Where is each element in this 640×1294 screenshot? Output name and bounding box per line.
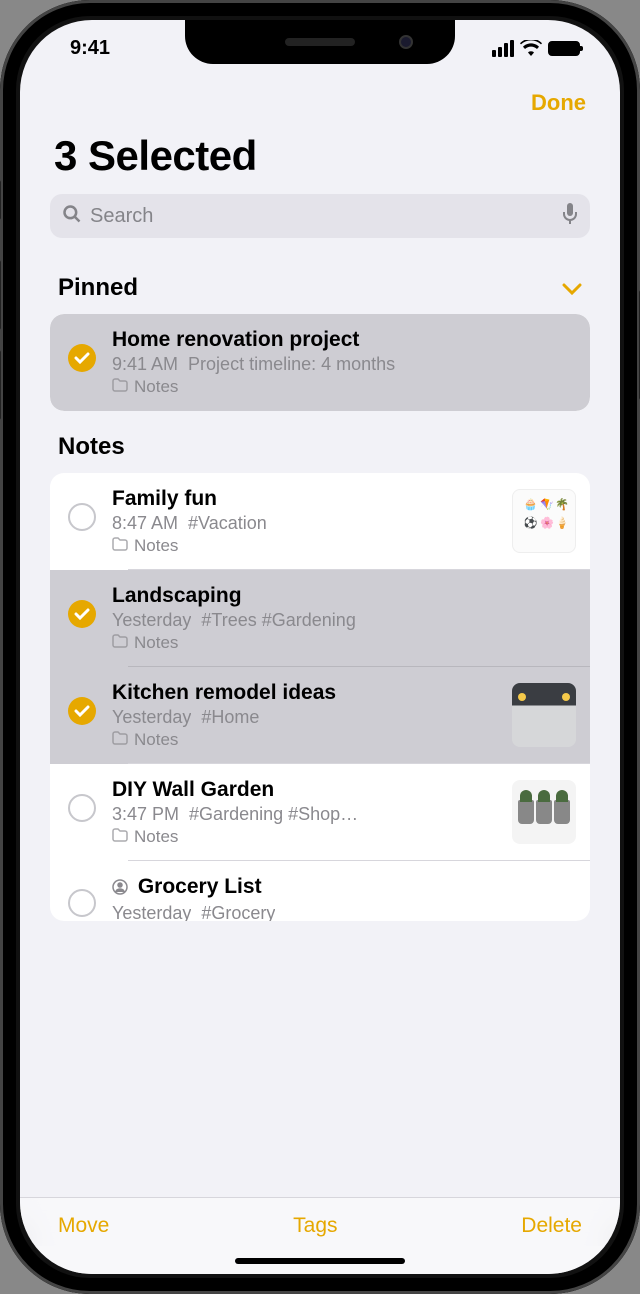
selection-checkbox[interactable] xyxy=(68,344,96,372)
note-time: 9:41 AM xyxy=(112,354,178,375)
note-time: 8:47 AM xyxy=(112,513,178,534)
folder-icon xyxy=(112,377,128,397)
home-indicator[interactable] xyxy=(20,1246,620,1274)
done-button[interactable]: Done xyxy=(531,90,586,116)
note-time: 3:47 PM xyxy=(112,804,179,825)
battery-icon xyxy=(548,41,580,56)
toolbar: Move Tags Delete xyxy=(20,1197,620,1246)
notes-section: Family fun 8:47 AM #Vacation Notes 🧁🪁🌴 xyxy=(50,473,590,921)
status-time: 9:41 xyxy=(60,37,110,60)
svg-text:🍦: 🍦 xyxy=(555,516,569,530)
page-title: 3 Selected xyxy=(20,120,620,194)
search-input[interactable] xyxy=(90,205,554,228)
note-folder: Notes xyxy=(134,536,178,556)
note-preview: #Trees #Gardening xyxy=(201,610,355,631)
selection-checkbox[interactable] xyxy=(68,889,96,917)
svg-text:⚽: ⚽ xyxy=(522,516,537,530)
notch xyxy=(185,20,455,64)
search-icon xyxy=(62,204,82,229)
tags-button[interactable]: Tags xyxy=(293,1214,337,1238)
folder-icon xyxy=(112,536,128,556)
folder-icon xyxy=(112,633,128,653)
selection-checkbox[interactable] xyxy=(68,503,96,531)
note-folder: Notes xyxy=(134,377,178,397)
chevron-down-icon[interactable] xyxy=(562,274,582,302)
cellular-icon xyxy=(492,40,514,57)
selection-checkbox[interactable] xyxy=(68,697,96,725)
note-time: Yesterday xyxy=(112,707,191,728)
nav-bar: Done xyxy=(20,76,620,120)
selection-checkbox[interactable] xyxy=(68,794,96,822)
selection-checkbox[interactable] xyxy=(68,600,96,628)
svg-text:🌴: 🌴 xyxy=(555,497,569,511)
note-time: Yesterday xyxy=(112,610,191,631)
note-row[interactable]: Family fun 8:47 AM #Vacation Notes 🧁🪁🌴 xyxy=(50,473,590,570)
note-title: Home renovation project xyxy=(112,328,576,352)
note-title: Landscaping xyxy=(112,584,576,608)
note-title: Family fun xyxy=(112,487,496,511)
note-thumbnail: 🧁🪁🌴 ⚽🌸🍦 xyxy=(512,489,576,553)
folder-icon xyxy=(112,827,128,847)
svg-text:🌸: 🌸 xyxy=(540,516,554,530)
note-thumbnail xyxy=(512,780,576,844)
svg-text:🪁: 🪁 xyxy=(540,498,554,511)
folder-icon xyxy=(112,730,128,750)
note-preview: #Home xyxy=(201,707,259,728)
delete-button[interactable]: Delete xyxy=(521,1214,582,1238)
search-bar[interactable] xyxy=(50,194,590,238)
shared-icon xyxy=(112,877,134,900)
note-preview: #Gardening #Shop… xyxy=(189,804,358,825)
note-row[interactable]: DIY Wall Garden 3:47 PM #Gardening #Shop… xyxy=(50,764,590,861)
note-thumbnail xyxy=(512,683,576,747)
notes-section-header: Notes xyxy=(50,411,590,473)
note-row[interactable]: Grocery List Yesterday #Grocery xyxy=(50,861,590,921)
note-title: Grocery List xyxy=(112,875,576,901)
note-folder: Notes xyxy=(134,730,178,750)
move-button[interactable]: Move xyxy=(58,1214,109,1238)
svg-text:🧁: 🧁 xyxy=(523,497,537,511)
note-row[interactable]: Home renovation project 9:41 AM Project … xyxy=(50,314,590,411)
note-preview: #Vacation xyxy=(188,513,267,534)
note-folder: Notes xyxy=(134,827,178,847)
pinned-label: Pinned xyxy=(58,274,138,302)
note-title: DIY Wall Garden xyxy=(112,778,496,802)
wifi-icon xyxy=(520,40,542,56)
note-preview: #Grocery xyxy=(201,903,275,921)
note-row[interactable]: Kitchen remodel ideas Yesterday #Home No… xyxy=(50,667,590,764)
pinned-section: Home renovation project 9:41 AM Project … xyxy=(50,314,590,411)
note-title: Kitchen remodel ideas xyxy=(112,681,496,705)
note-preview: Project timeline: 4 months xyxy=(188,354,395,375)
note-row[interactable]: Landscaping Yesterday #Trees #Gardening … xyxy=(50,570,590,667)
dictate-icon[interactable] xyxy=(562,203,578,230)
notes-label: Notes xyxy=(58,433,125,461)
note-time: Yesterday xyxy=(112,903,191,921)
pinned-section-header[interactable]: Pinned xyxy=(50,252,590,314)
note-folder: Notes xyxy=(134,633,178,653)
